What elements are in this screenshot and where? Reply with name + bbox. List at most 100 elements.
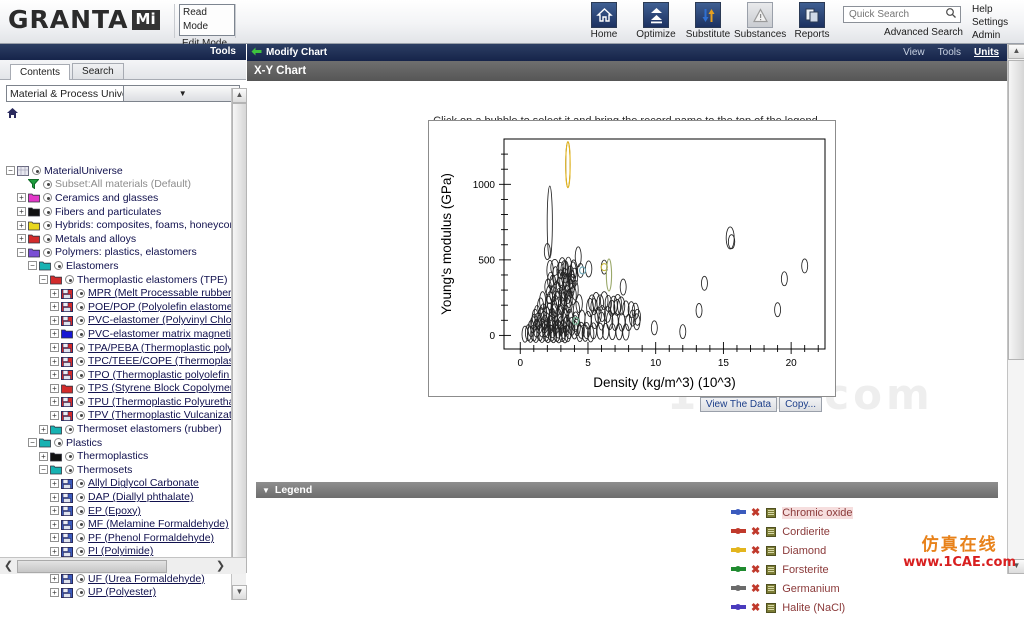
legend-item[interactable]: ✖ Chromic oxide bbox=[247, 503, 1007, 522]
legend-item-label[interactable]: Germanium bbox=[782, 583, 839, 595]
expand-icon[interactable]: + bbox=[17, 193, 26, 202]
record-icon[interactable] bbox=[766, 527, 776, 537]
advanced-search-link[interactable]: Advanced Search bbox=[843, 27, 963, 38]
node-menu-dot[interactable] bbox=[76, 370, 85, 379]
collapse-icon[interactable]: − bbox=[28, 438, 37, 447]
tree-node[interactable]: +PVC-elastomer (Polyvinyl Chlorid bbox=[2, 314, 238, 328]
tree-node[interactable]: +Ceramics and glasses bbox=[2, 191, 238, 205]
caret-down-icon[interactable]: ▼ bbox=[262, 486, 270, 495]
tree-node[interactable]: +DAP (Diallyl phthalate) bbox=[2, 490, 238, 504]
tree-node[interactable]: +MPR (Melt Processable rubber) bbox=[2, 286, 238, 300]
right-scroll-thumb[interactable] bbox=[1008, 60, 1024, 360]
red-x-icon[interactable]: ✖ bbox=[751, 601, 760, 614]
nav-optimize[interactable]: Optimize bbox=[630, 2, 682, 40]
scroll-right-button[interactable]: ❯ bbox=[212, 558, 229, 574]
expand-icon[interactable]: + bbox=[50, 520, 59, 529]
nav-substitute[interactable]: Substitute bbox=[682, 2, 734, 40]
node-menu-dot[interactable] bbox=[76, 329, 85, 338]
record-icon[interactable] bbox=[766, 546, 776, 556]
tree-node[interactable]: +Thermoplastics bbox=[2, 449, 238, 463]
node-menu-dot[interactable] bbox=[76, 316, 85, 325]
node-menu-dot[interactable] bbox=[76, 302, 85, 311]
legend-item-label[interactable]: Halite (NaCl) bbox=[782, 602, 845, 614]
node-menu-dot[interactable] bbox=[43, 193, 52, 202]
record-icon[interactable] bbox=[766, 565, 776, 575]
nav-reports[interactable]: Reports bbox=[786, 2, 838, 40]
node-menu-dot[interactable] bbox=[43, 221, 52, 230]
red-x-icon[interactable]: ✖ bbox=[751, 525, 760, 538]
tree-node[interactable]: −Polymers: plastics, elastomers bbox=[2, 246, 238, 260]
node-menu-dot[interactable] bbox=[54, 261, 63, 270]
right-vertical-scrollbar[interactable]: ▲ ▼ bbox=[1007, 44, 1024, 574]
legend-item-label[interactable]: Chromic oxide bbox=[782, 507, 852, 519]
expand-icon[interactable]: + bbox=[50, 329, 59, 338]
node-menu-dot[interactable] bbox=[43, 207, 52, 216]
view-the-data-button[interactable]: View The Data bbox=[700, 397, 777, 412]
tree-node[interactable]: +UP (Polyester) bbox=[2, 585, 238, 599]
nav-home[interactable]: Home bbox=[578, 2, 630, 40]
tree-node[interactable]: +TPV (Thermoplastic Vulcanizate) bbox=[2, 409, 238, 423]
node-menu-dot[interactable] bbox=[76, 547, 85, 556]
collapse-icon[interactable]: − bbox=[6, 166, 15, 175]
collapse-icon[interactable]: − bbox=[28, 261, 37, 270]
expand-icon[interactable]: + bbox=[50, 316, 59, 325]
expand-icon[interactable]: + bbox=[50, 397, 59, 406]
quick-search-box[interactable] bbox=[843, 6, 961, 23]
nav-substances[interactable]: Substances bbox=[734, 2, 786, 40]
search-icon[interactable] bbox=[945, 7, 957, 22]
node-menu-dot[interactable] bbox=[76, 357, 85, 366]
expand-icon[interactable]: + bbox=[50, 384, 59, 393]
left-horizontal-scrollbar[interactable]: ❮ ❯ bbox=[0, 557, 246, 574]
tree-node[interactable]: −MaterialUniverse bbox=[2, 164, 238, 178]
tree-node[interactable]: +Fibers and particulates bbox=[2, 205, 238, 219]
node-menu-dot[interactable] bbox=[76, 533, 85, 542]
legend-item[interactable]: ✖Forsterite bbox=[247, 560, 1007, 579]
universe-select[interactable]: Material & Process Universe (Polymer edi… bbox=[6, 85, 240, 102]
expand-icon[interactable]: + bbox=[50, 370, 59, 379]
node-menu-dot[interactable] bbox=[43, 180, 52, 189]
red-x-icon[interactable]: ✖ bbox=[751, 506, 760, 519]
node-menu-dot[interactable] bbox=[76, 384, 85, 393]
tree-node[interactable]: +Allyl Diglycol Carbonate bbox=[2, 477, 238, 491]
node-menu-dot[interactable] bbox=[76, 479, 85, 488]
menu-view[interactable]: View bbox=[903, 47, 925, 58]
expand-icon[interactable]: + bbox=[50, 289, 59, 298]
tree-home-icon[interactable] bbox=[0, 106, 246, 123]
node-menu-dot[interactable] bbox=[32, 166, 41, 175]
tree-node[interactable]: −Plastics bbox=[2, 436, 238, 450]
expand-icon[interactable]: + bbox=[50, 533, 59, 542]
copy-button[interactable]: Copy... bbox=[779, 397, 822, 412]
expand-icon[interactable]: + bbox=[50, 357, 59, 366]
node-menu-dot[interactable] bbox=[65, 425, 74, 434]
tree-node[interactable]: +Metals and alloys bbox=[2, 232, 238, 246]
read-mode-option[interactable]: Read Mode bbox=[179, 4, 235, 36]
tab-search[interactable]: Search bbox=[72, 63, 124, 79]
expand-icon[interactable]: + bbox=[39, 425, 48, 434]
node-menu-dot[interactable] bbox=[54, 438, 63, 447]
expand-icon[interactable]: + bbox=[50, 588, 59, 597]
tree-node[interactable]: +TPU (Thermoplastic Polyurethane bbox=[2, 395, 238, 409]
menu-tools[interactable]: Tools bbox=[938, 47, 961, 58]
chart-plot[interactable]: 0510152005001000Density (kg/m^3) (10^3)Y… bbox=[429, 121, 835, 396]
expand-icon[interactable]: + bbox=[50, 343, 59, 352]
legend-item[interactable]: ✖ Halite (NaCl) bbox=[247, 598, 1007, 617]
expand-icon[interactable]: + bbox=[17, 207, 26, 216]
red-x-icon[interactable]: ✖ bbox=[751, 544, 760, 557]
tree-node[interactable]: +Hybrids: composites, foams, honeycombs bbox=[2, 218, 238, 232]
modify-chart-label[interactable]: Modify Chart bbox=[266, 47, 327, 58]
admin-link[interactable]: Admin bbox=[972, 29, 1008, 42]
tree-node[interactable]: +VE (Vinyl ester) bbox=[2, 599, 238, 600]
node-menu-dot[interactable] bbox=[65, 452, 74, 461]
material-tree[interactable]: −MaterialUniverseSubset:All materials (D… bbox=[0, 164, 238, 600]
settings-link[interactable]: Settings bbox=[972, 16, 1008, 29]
expand-icon[interactable]: + bbox=[50, 547, 59, 556]
search-input[interactable] bbox=[847, 8, 945, 21]
menu-units[interactable]: Units bbox=[974, 47, 999, 58]
node-menu-dot[interactable] bbox=[76, 343, 85, 352]
tree-node[interactable]: +PVC-elastomer matrix magnetic r bbox=[2, 327, 238, 341]
node-menu-dot[interactable] bbox=[76, 574, 85, 583]
tree-node[interactable]: −Elastomers bbox=[2, 259, 238, 273]
h-scroll-thumb[interactable] bbox=[17, 560, 167, 573]
tree-node[interactable]: +PF (Phenol Formaldehyde) bbox=[2, 531, 238, 545]
node-menu-dot[interactable] bbox=[76, 506, 85, 515]
